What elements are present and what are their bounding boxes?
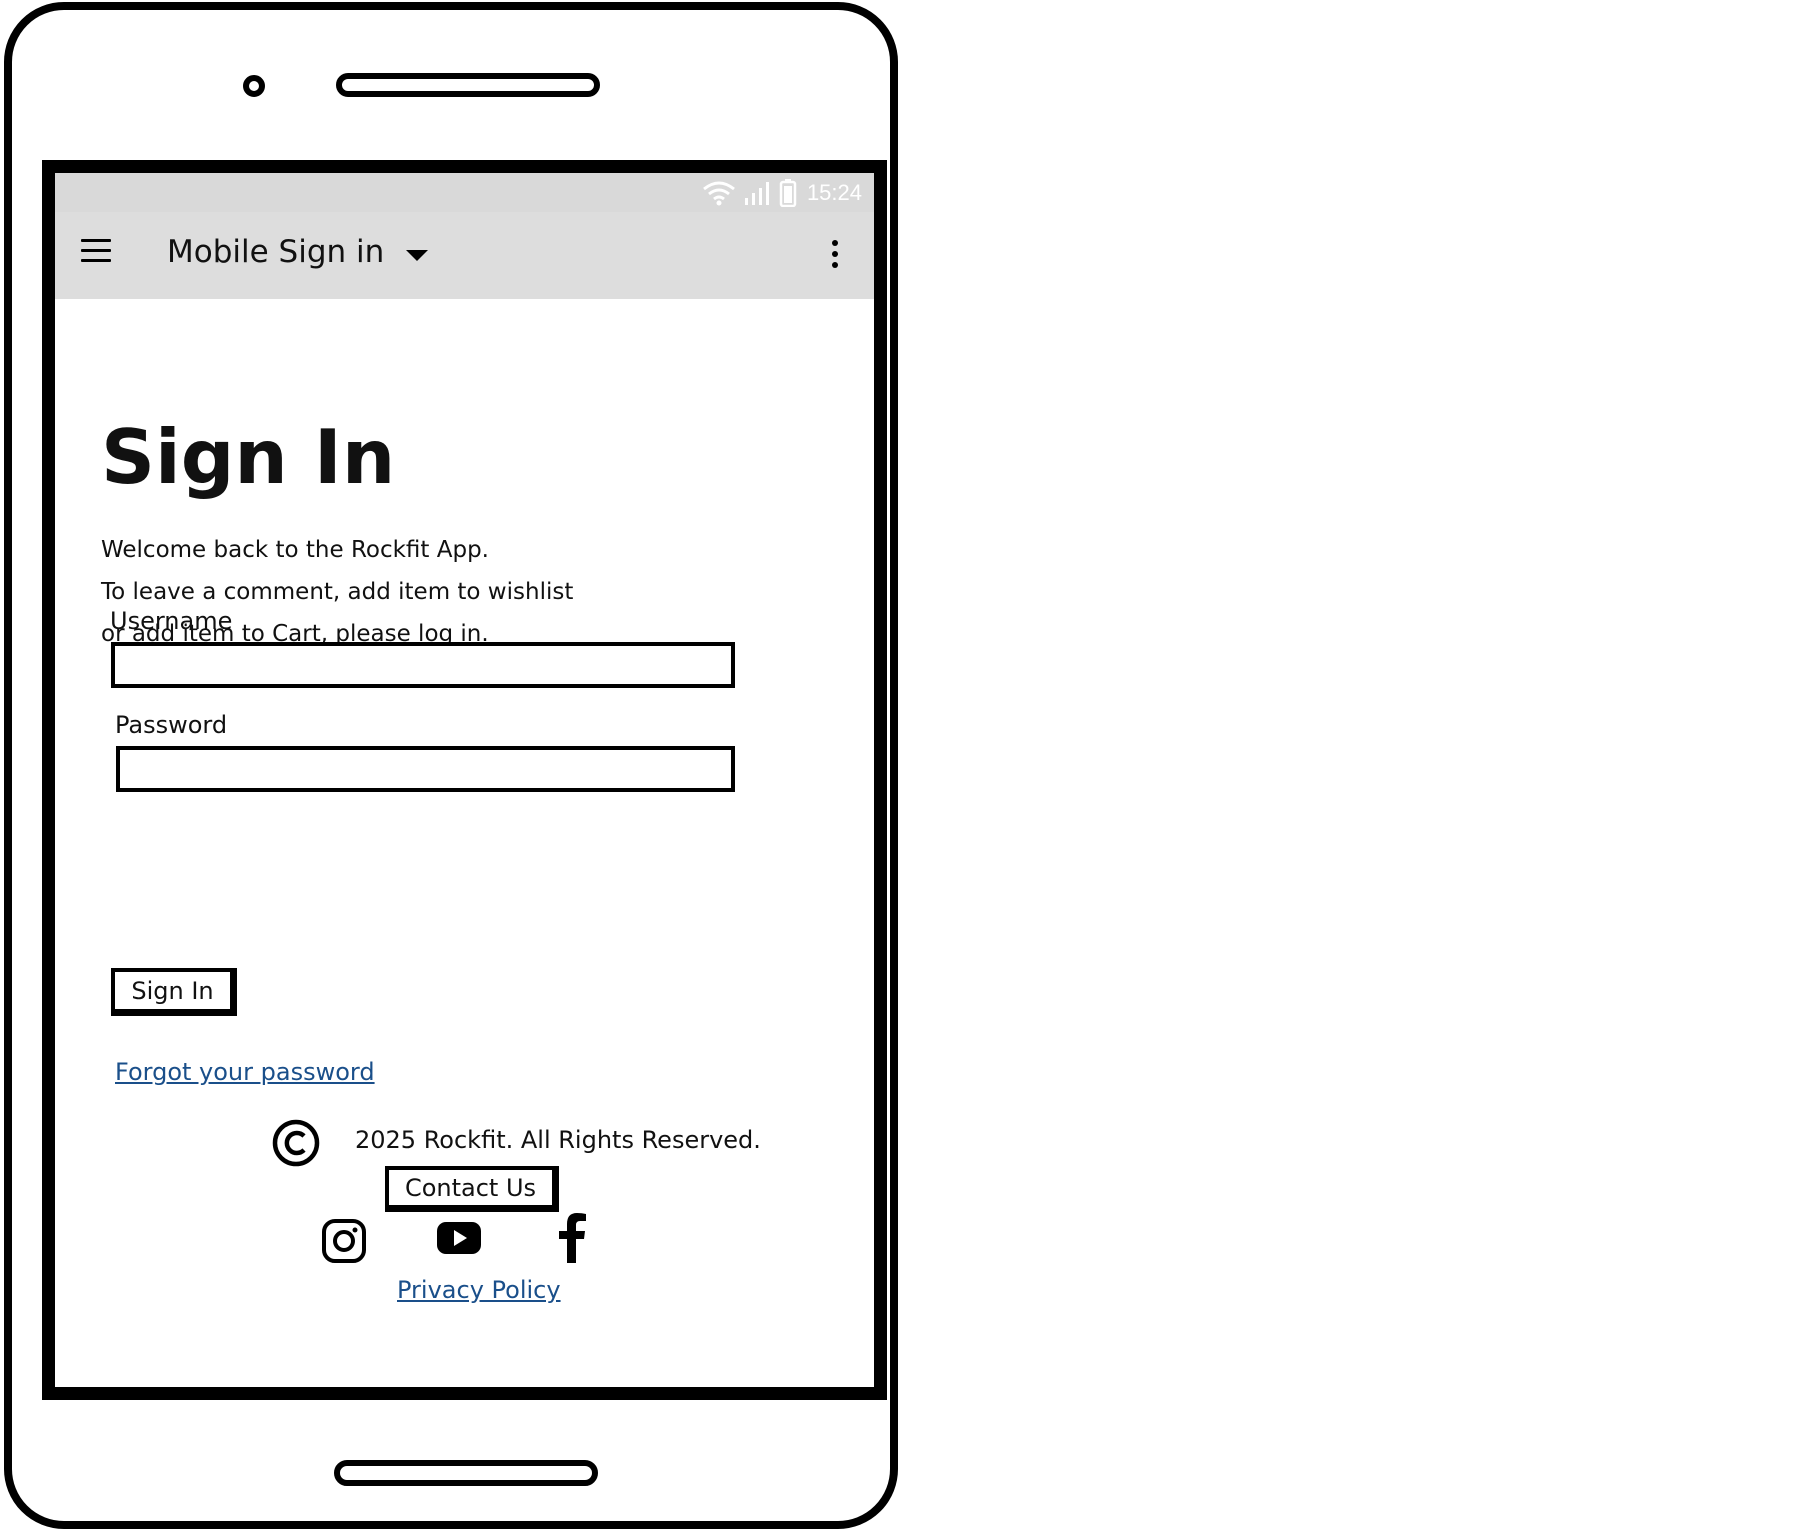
phone-screen: 15:24 Mobile Sign in Sign In Welcome bac… xyxy=(42,160,887,1400)
password-label: Password xyxy=(115,711,228,739)
app-bar: Mobile Sign in xyxy=(55,212,874,299)
status-icons: 15:24 xyxy=(701,178,862,208)
instagram-icon[interactable] xyxy=(321,1218,367,1264)
home-button[interactable] xyxy=(334,1460,598,1486)
caret-down-icon xyxy=(406,249,429,261)
hamburger-menu-icon[interactable] xyxy=(81,239,111,267)
password-input[interactable] xyxy=(116,746,735,792)
username-input[interactable] xyxy=(111,642,735,688)
youtube-icon[interactable] xyxy=(435,1218,483,1258)
battery-icon xyxy=(779,179,797,207)
app-title: Mobile Sign in xyxy=(167,234,385,270)
front-camera xyxy=(243,75,265,97)
top-speaker xyxy=(336,73,600,97)
username-label: Username xyxy=(110,607,233,635)
facebook-icon[interactable] xyxy=(555,1213,589,1265)
sign-in-button[interactable]: Sign In xyxy=(111,968,237,1016)
copyright-icon xyxy=(272,1119,320,1167)
app-title-dropdown[interactable]: Mobile Sign in xyxy=(167,234,429,270)
status-time: 15:24 xyxy=(806,180,862,205)
page-title: Sign In xyxy=(101,413,396,501)
status-bar: 15:24 xyxy=(55,173,874,212)
wifi-icon xyxy=(703,181,735,206)
more-options-icon[interactable] xyxy=(830,240,840,272)
forgot-password-link[interactable]: Forgot your password xyxy=(115,1058,375,1086)
intro-text: Welcome back to the Rockfit App. To leav… xyxy=(101,529,573,655)
contact-us-button[interactable]: Contact Us xyxy=(385,1166,559,1212)
phone-frame: 15:24 Mobile Sign in Sign In Welcome bac… xyxy=(4,2,898,1529)
intro-line: Welcome back to the Rockfit App. xyxy=(101,537,489,563)
copyright-text: 2025 Rockfit. All Rights Reserved. xyxy=(355,1126,761,1154)
privacy-policy-link[interactable]: Privacy Policy xyxy=(397,1276,561,1304)
signal-icon xyxy=(744,182,769,205)
